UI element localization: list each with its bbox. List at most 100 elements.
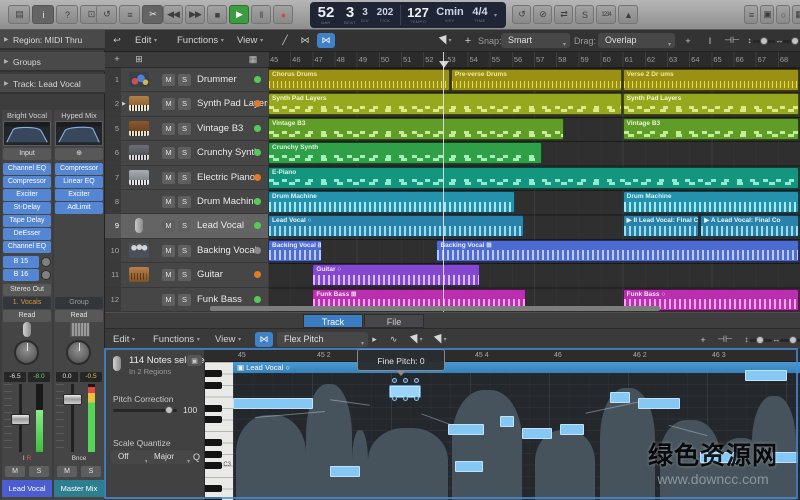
pitch-note[interactable]	[233, 398, 313, 409]
quantize-button[interactable]: Q	[189, 450, 204, 464]
editor-flex-icon[interactable]: ⋈	[255, 332, 273, 347]
tab-file[interactable]: File	[364, 314, 424, 328]
track-status-dot[interactable]	[254, 246, 261, 254]
strip-name[interactable]: Hyped Mix	[54, 110, 104, 121]
editor-region-header[interactable]: ▣ Lead Vocal ○	[233, 362, 800, 373]
black-key[interactable]	[205, 462, 222, 469]
editor-hzoom-slider[interactable]	[780, 336, 800, 344]
region-verse-2-dr-ums[interactable]: Verse 2 Dr ums	[622, 69, 799, 91]
lcd-time-sig[interactable]: 4/4 TIME	[467, 2, 493, 28]
strip-setting-button[interactable]: ⊕	[55, 148, 103, 160]
region-vintage-b3[interactable]: Vintage B3	[268, 117, 565, 140]
mute-button[interactable]: M	[162, 74, 175, 86]
secondary-tool-icon[interactable]: +	[460, 33, 476, 48]
horizontal-zoom-slider[interactable]	[783, 37, 800, 45]
black-key[interactable]	[205, 416, 222, 423]
strip-solo-button[interactable]: S	[29, 466, 49, 477]
pitch-note[interactable]	[745, 370, 787, 381]
mute-button[interactable]: M	[162, 293, 175, 306]
plugin-slot[interactable]: AdLimit	[55, 202, 103, 214]
volume-value[interactable]: -6.5	[4, 372, 26, 382]
mute-button[interactable]: M	[162, 122, 175, 135]
region-crunchy-synth[interactable]: Crunchy Synth	[268, 142, 542, 165]
pitch-note[interactable]	[560, 424, 584, 435]
plugin-slot[interactable]: Exciter	[3, 189, 51, 201]
tracks-edit-menu[interactable]: Edit ▾	[135, 30, 157, 51]
track-status-dot[interactable]	[254, 295, 261, 303]
inspector-header-0[interactable]: ▶ Region: MIDI Thru	[0, 30, 105, 50]
horizontal-autozoom-icon[interactable]: ⊣⊢	[724, 33, 740, 48]
tab-track[interactable]: Track	[303, 314, 363, 328]
pointer-tool-icon[interactable]: ▾	[436, 33, 456, 48]
track-status-dot[interactable]	[254, 76, 261, 83]
automation-button[interactable]: Read	[55, 310, 103, 322]
plugin-slot[interactable]: St-Delay	[3, 202, 51, 214]
note-hotspot[interactable]	[392, 378, 397, 383]
plugin-slot[interactable]: Channel EQ	[3, 163, 51, 175]
group-button[interactable]: 1. Vocals	[3, 297, 51, 309]
inspector-icon[interactable]: i	[32, 5, 54, 24]
pan-knob[interactable]	[14, 340, 39, 365]
mute-button[interactable]: M	[162, 269, 175, 282]
tracks-functions-menu[interactable]: Functions ▾	[177, 30, 224, 51]
automation-icon[interactable]: ╱	[277, 33, 293, 48]
mute-button[interactable]: M	[162, 147, 175, 160]
track-header-options-icon[interactable]: ▦	[245, 53, 261, 66]
plugin-slot[interactable]: Exciter	[55, 189, 103, 201]
replace-icon[interactable]: ⊘	[533, 5, 552, 24]
bar-ruler[interactable]: 45 46 47 48 49 50 51 52 53 54 55 56 57 58 59 60 61 62 63 64…	[268, 52, 800, 68]
track-status-dot[interactable]	[254, 271, 261, 279]
metronome-icon[interactable]: ▲	[618, 5, 638, 24]
pitch-note[interactable]	[610, 392, 630, 403]
editor-autozoom-icon[interactable]: ⊣⊢	[717, 332, 733, 347]
region-e-piano[interactable]: E-Piano	[268, 166, 799, 189]
note-hotspot[interactable]	[414, 378, 419, 383]
send-knob[interactable]	[41, 257, 51, 267]
mute-button[interactable]: M	[162, 171, 175, 184]
solo-button[interactable]: S	[178, 220, 191, 233]
eq-display[interactable]	[55, 121, 103, 146]
editor-secondary-tool-icon[interactable]: ▾	[431, 332, 451, 347]
region-chorus-drums[interactable]: Chorus Drums	[268, 69, 450, 91]
black-key[interactable]	[205, 404, 222, 412]
apple-loops-icon[interactable]: ○	[776, 5, 790, 24]
disclosure-triangle-icon[interactable]: ▶	[122, 101, 126, 107]
mute-button[interactable]: M	[162, 244, 175, 257]
mixer-icon[interactable]: ≡	[119, 5, 140, 24]
region-backing-vocal[interactable]: Backing Vocal ⊞	[268, 239, 323, 262]
region-drum-machine[interactable]: Drum Machine	[622, 191, 799, 213]
send-slot[interactable]: B 15	[3, 256, 39, 268]
cycle-icon[interactable]: ↺	[512, 5, 531, 24]
track-status-dot[interactable]	[254, 222, 261, 230]
pitch-note[interactable]	[500, 416, 514, 427]
duplicate-track-button[interactable]: ⊞	[131, 53, 147, 66]
track-row-drum-machine[interactable]: 8 M S Drum Machine	[105, 190, 268, 215]
drag-select[interactable]: Overlap ▾	[598, 33, 675, 48]
back-arrow-icon[interactable]: ↩	[109, 33, 125, 48]
send-knob[interactable]	[41, 270, 51, 280]
strip-track-label[interactable]: Master Mix	[54, 480, 104, 497]
scale-root-select[interactable]: Off▾	[111, 450, 152, 465]
output-button[interactable]: Stereo Out	[3, 284, 51, 296]
track-status-dot[interactable]	[254, 198, 261, 205]
editor-edit-menu[interactable]: Edit ▾	[113, 329, 135, 350]
region-lead-vocal[interactable]: Lead Vocal ○	[268, 215, 525, 238]
strip-track-label[interactable]: Lead Vocal	[2, 480, 52, 497]
solo-button[interactable]: S	[178, 293, 191, 306]
stop-icon[interactable]: ■	[207, 5, 227, 24]
editor-panel-button[interactable]: ▣	[187, 355, 202, 366]
flex-icon[interactable]: ⋈	[297, 33, 313, 48]
list-editors-icon[interactable]: ≡	[744, 5, 758, 24]
vertical-autozoom-icon[interactable]: I	[702, 33, 718, 48]
record-enable-indicators[interactable]: I R	[2, 454, 52, 464]
horizontal-scrollbar[interactable]	[210, 306, 660, 311]
region--ii-lead-vocal-final-com[interactable]: ▶ II Lead Vocal: Final Com	[622, 215, 700, 238]
plugin-slot[interactable]: Tape Delay	[3, 215, 51, 227]
record-icon[interactable]: ●	[273, 5, 293, 24]
plugin-slot[interactable]: Compressor	[3, 176, 51, 188]
black-key[interactable]	[205, 450, 222, 458]
solo-button[interactable]: S	[178, 74, 191, 86]
editor-view-menu[interactable]: View ▾	[215, 329, 241, 350]
note-hotspot[interactable]	[403, 378, 408, 383]
black-key[interactable]	[205, 439, 222, 446]
